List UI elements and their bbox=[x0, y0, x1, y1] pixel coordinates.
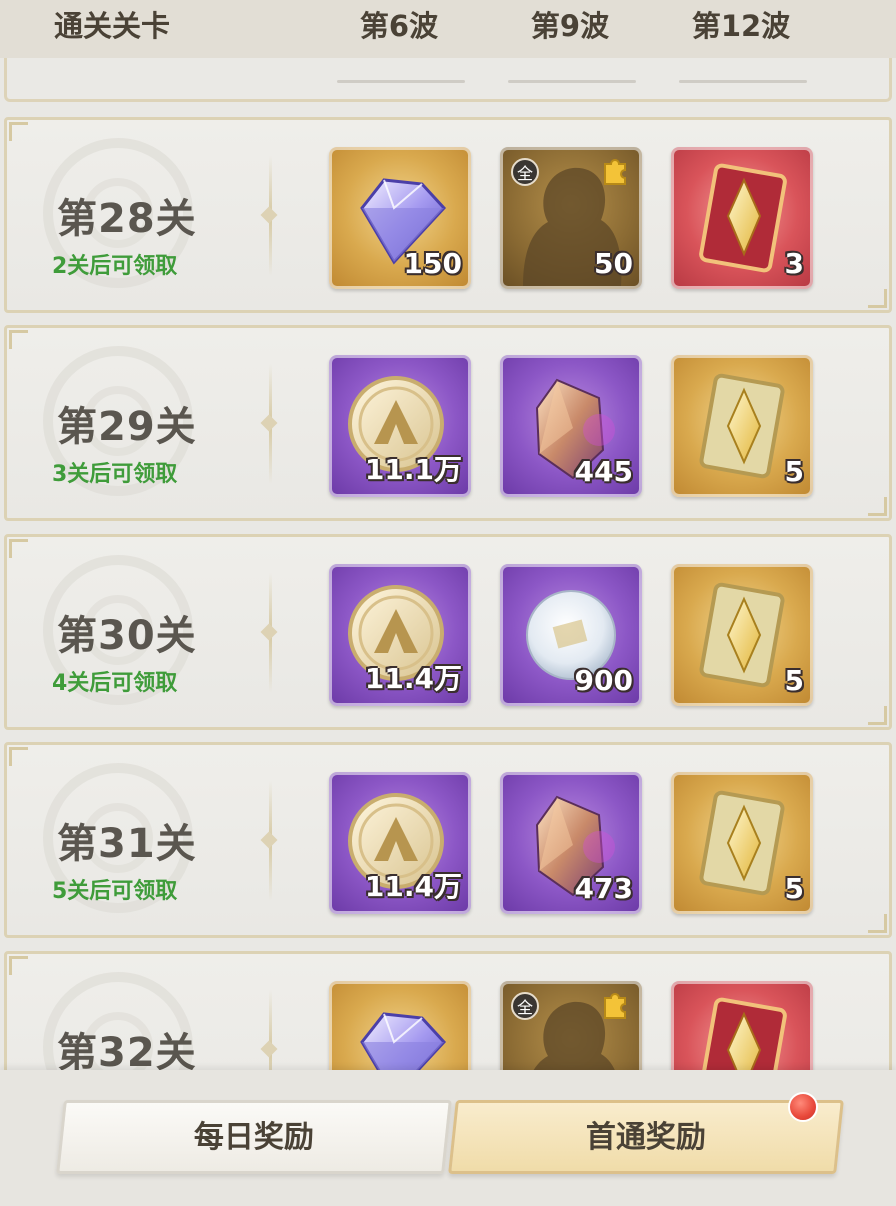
header-wave-12: 第12波 bbox=[691, 9, 791, 43]
reward-slot[interactable]: 150 bbox=[329, 147, 471, 289]
stage-row: 第28关 2关后可领取 150 全 50 3 bbox=[4, 117, 892, 313]
reward-quantity: 900 bbox=[574, 664, 633, 697]
puzzle-piece-icon bbox=[604, 159, 626, 185]
reward-quantity: 5 bbox=[784, 664, 804, 697]
reward-slot[interactable]: 445 bbox=[500, 355, 642, 497]
header-wave-9: 第9波 bbox=[530, 9, 610, 43]
reward-quantity: 150 bbox=[403, 247, 462, 280]
reward-slot[interactable]: 5 bbox=[671, 564, 813, 706]
universal-badge: 全 bbox=[511, 992, 539, 1020]
unlock-hint: 4关后可领取 bbox=[52, 671, 178, 696]
reward-quantity: 3 bbox=[784, 247, 804, 280]
unlock-hint: 2关后可领取 bbox=[52, 254, 178, 279]
tab-first-clear-reward[interactable]: 首通奖励 bbox=[448, 1100, 844, 1174]
reward-quantity: 50 bbox=[594, 247, 633, 280]
notification-dot bbox=[788, 1092, 818, 1122]
table-header: 通关关卡 第6波 第9波 第12波 bbox=[0, 0, 896, 58]
row-divider bbox=[508, 80, 636, 83]
reward-quantity: 11.4万 bbox=[364, 870, 462, 903]
row-divider bbox=[679, 80, 807, 83]
stage-row: 第29关 3关后可领取 11.1万 445 5 bbox=[4, 325, 892, 521]
reward-slot[interactable]: 11.4万 bbox=[329, 772, 471, 914]
row-divider bbox=[337, 80, 465, 83]
stage-name: 第31关 bbox=[57, 821, 197, 867]
reward-quantity: 445 bbox=[574, 455, 633, 488]
tab-first-clear-reward-label: 首通奖励 bbox=[585, 1120, 706, 1155]
reward-quantity: 5 bbox=[784, 872, 804, 905]
reward-slot[interactable]: 3 bbox=[671, 147, 813, 289]
stage-name: 第30关 bbox=[57, 613, 197, 659]
unlock-hint: 3关后可领取 bbox=[52, 462, 178, 487]
stage-row: 第30关 4关后可领取 11.4万 900 5 bbox=[4, 534, 892, 730]
puzzle-piece-icon bbox=[604, 993, 626, 1019]
reward-quantity: 473 bbox=[574, 872, 633, 905]
divider-diamond-icon bbox=[260, 623, 278, 641]
divider-diamond-icon bbox=[260, 831, 278, 849]
stage-name: 第28关 bbox=[57, 196, 197, 242]
divider-diamond-icon bbox=[260, 206, 278, 224]
header-wave-6: 第6波 bbox=[359, 9, 439, 43]
reward-quantity: 5 bbox=[784, 455, 804, 488]
reward-slot[interactable]: 473 bbox=[500, 772, 642, 914]
reward-quantity: 11.1万 bbox=[364, 453, 462, 486]
previous-row-edge bbox=[4, 58, 892, 102]
stage-name: 第29关 bbox=[57, 404, 197, 450]
unlock-hint: 5关后可领取 bbox=[52, 879, 178, 904]
reward-slot[interactable]: 11.1万 bbox=[329, 355, 471, 497]
reward-slot[interactable]: 900 bbox=[500, 564, 642, 706]
divider-diamond-icon bbox=[260, 414, 278, 432]
reward-slot[interactable]: 11.4万 bbox=[329, 564, 471, 706]
universal-badge: 全 bbox=[511, 158, 539, 186]
divider-diamond-icon bbox=[260, 1040, 278, 1058]
tab-daily-reward[interactable]: 每日奖励 bbox=[56, 1100, 452, 1174]
header-stage-column: 通关关卡 bbox=[54, 9, 171, 43]
reward-slot[interactable]: 5 bbox=[671, 355, 813, 497]
stage-row: 第31关 5关后可领取 11.4万 473 5 bbox=[4, 742, 892, 938]
reward-quantity: 11.4万 bbox=[364, 662, 462, 695]
bottom-tab-bar: 每日奖励 首通奖励 bbox=[0, 1070, 896, 1206]
tab-daily-reward-label: 每日奖励 bbox=[193, 1120, 314, 1155]
reward-slot[interactable]: 全 50 bbox=[500, 147, 642, 289]
reward-slot[interactable]: 5 bbox=[671, 772, 813, 914]
